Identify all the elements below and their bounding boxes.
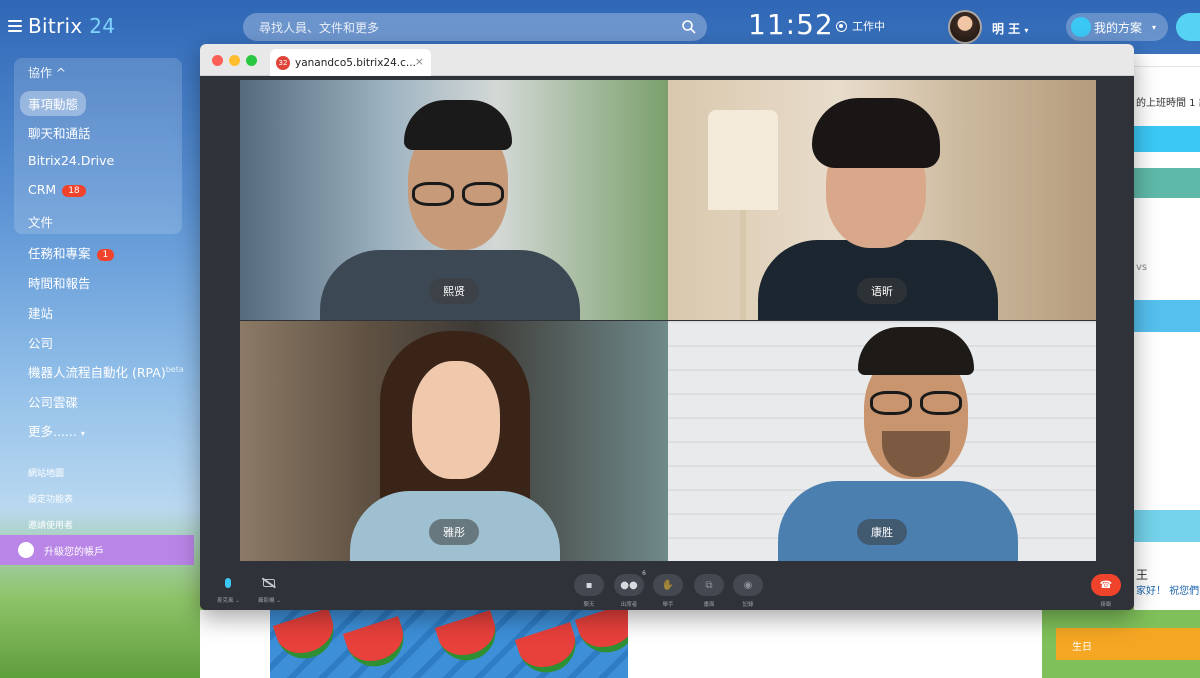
chevron-down-icon: ▾ <box>80 429 85 438</box>
tab-favicon-icon: 32 <box>276 55 290 70</box>
crown-icon <box>18 542 34 558</box>
participant-name: 语昕 <box>857 278 907 304</box>
video-grid: 熙贤 语昕 雅彤 康胜 <box>240 80 1096 561</box>
participants-button[interactable]: ●● 6 出席者 <box>614 570 646 608</box>
right-panel-band <box>1134 510 1200 542</box>
hand-icon: ✋ <box>661 579 675 591</box>
right-panel-band <box>1134 168 1200 198</box>
birthday-widget: 生日 <box>1056 628 1200 660</box>
users-icon: ●● <box>620 579 638 591</box>
chat-icon: ▪ <box>585 579 593 591</box>
logo[interactable]: Bitrix 24 <box>28 14 115 38</box>
browser-titlebar: 32 yanandco5.bitrix24.c... × <box>200 44 1134 76</box>
avatar[interactable] <box>948 10 982 44</box>
right-panel-text: 的上班時間 1 記 <box>1136 98 1200 109</box>
crm-badge: 18 <box>62 185 86 197</box>
camera-button[interactable]: 攝影機 ⌄ <box>258 574 281 604</box>
close-window-icon[interactable] <box>212 55 223 66</box>
video-tile[interactable]: 语昕 <box>668 80 1096 320</box>
upgrade-button[interactable]: 升級您的帳戶 <box>0 535 194 565</box>
sidebar-item-tasks[interactable]: 任務和專案 1 <box>28 243 115 262</box>
sidebar-item-docs[interactable]: 文件 <box>28 212 53 231</box>
status-dot-icon <box>836 20 847 32</box>
right-panel-band <box>1134 300 1200 332</box>
right-panel-text: 家好！ 祝您們 <box>1136 586 1200 597</box>
sidebar-item-rpa[interactable]: 機器人流程自動化 (RPA)beta <box>28 362 184 381</box>
chevron-down-icon: ⌄ <box>235 598 240 604</box>
sidebar-item-more[interactable]: 更多...... ▾ <box>28 421 85 440</box>
record-button[interactable]: ◉ 記錄 <box>733 574 763 608</box>
invite-users-link[interactable]: 邀請使用者 <box>28 518 73 531</box>
right-panel-text: vs <box>1136 262 1148 273</box>
mic-button[interactable]: 麥克風 ⌄ <box>217 574 240 604</box>
right-panel-button[interactable] <box>1134 126 1200 152</box>
video-tile[interactable]: 雅彤 <box>240 321 668 561</box>
screen-share-icon: ⧉ <box>705 579 713 591</box>
video-tile[interactable]: 康胜 <box>668 321 1096 561</box>
phone-hangup-icon: ☎ <box>1099 579 1113 591</box>
raise-hand-button[interactable]: ✋ 舉手 <box>653 574 683 608</box>
sidebar-group <box>14 58 182 234</box>
sitemap-link[interactable]: 網站地圖 <box>28 466 64 479</box>
sidebar-item-chat[interactable]: 聊天和通話 <box>28 123 91 142</box>
hangup-button[interactable]: ☎ 掛斷 <box>1091 574 1121 608</box>
sidebar-item-sites[interactable]: 建站 <box>28 303 53 322</box>
sidebar-item-time[interactable]: 時間和報告 <box>28 273 91 292</box>
work-status[interactable]: 工作中 <box>836 18 885 34</box>
maximize-window-icon[interactable] <box>246 55 257 66</box>
chat-button[interactable]: ▪ 聊天 <box>574 574 604 608</box>
microphone-icon <box>225 578 232 588</box>
participant-name: 熙贤 <box>429 278 479 304</box>
participant-name: 雅彤 <box>429 519 479 545</box>
sidebar-group-label[interactable]: 協作 ^ <box>28 64 66 81</box>
video-call-window: 32 yanandco5.bitrix24.c... × 熙贤 语昕 雅彤 康胜… <box>200 44 1134 610</box>
sidebar: 協作 ^ 事項動態 聊天和通話 Bitrix24.Drive CRM 18 文件 … <box>0 54 200 678</box>
sidebar-item-crm[interactable]: CRM 18 <box>28 182 86 197</box>
sidebar-item-drive[interactable]: Bitrix24.Drive <box>28 153 114 168</box>
participants-count: 6 <box>642 570 646 577</box>
chevron-down-icon: ▾ <box>1152 22 1157 32</box>
configure-menu-link[interactable]: 設定功能表 <box>28 492 73 505</box>
plan-button[interactable]: 我的方案 ▾ <box>1066 13 1168 41</box>
chevron-down-icon: ▾ <box>1024 26 1029 35</box>
clock: 11:52 <box>748 8 834 41</box>
call-controls: 麥克風 ⌄ 攝影機 ⌄ ▪ 聊天 ●● 6 出席者 ✋ 舉手 ⧉ 畫面 ◉ 記錄 … <box>200 564 1134 610</box>
feed-image <box>270 610 628 678</box>
search-input[interactable]: 尋找人員、文件和更多 <box>243 13 707 41</box>
tasks-badge: 1 <box>96 249 115 261</box>
sidebar-item-feed[interactable]: 事項動態 <box>20 91 87 116</box>
search-icon[interactable] <box>681 19 697 35</box>
search-placeholder: 尋找人員、文件和更多 <box>259 20 380 35</box>
minimize-window-icon[interactable] <box>229 55 240 66</box>
user-menu[interactable]: 明 王 ▾ <box>992 20 1028 37</box>
browser-tab[interactable]: 32 yanandco5.bitrix24.c... × <box>270 49 431 76</box>
sidebar-item-cloud[interactable]: 公司雲碟 <box>28 392 78 411</box>
rocket-icon <box>1071 17 1091 37</box>
camera-off-icon <box>263 579 276 587</box>
screen-share-button[interactable]: ⧉ 畫面 <box>694 574 724 608</box>
menu-icon[interactable] <box>8 20 22 32</box>
sidebar-item-company[interactable]: 公司 <box>28 333 53 352</box>
close-icon[interactable]: × <box>415 55 424 68</box>
right-pill-button[interactable] <box>1176 13 1200 41</box>
tab-title: yanandco5.bitrix24.c... <box>295 56 416 69</box>
video-tile[interactable]: 熙贤 <box>240 80 668 320</box>
right-panel-text: 王 <box>1136 568 1149 582</box>
chevron-down-icon: ⌄ <box>276 598 281 604</box>
participant-name: 康胜 <box>857 519 907 545</box>
record-icon: ◉ <box>743 579 753 591</box>
